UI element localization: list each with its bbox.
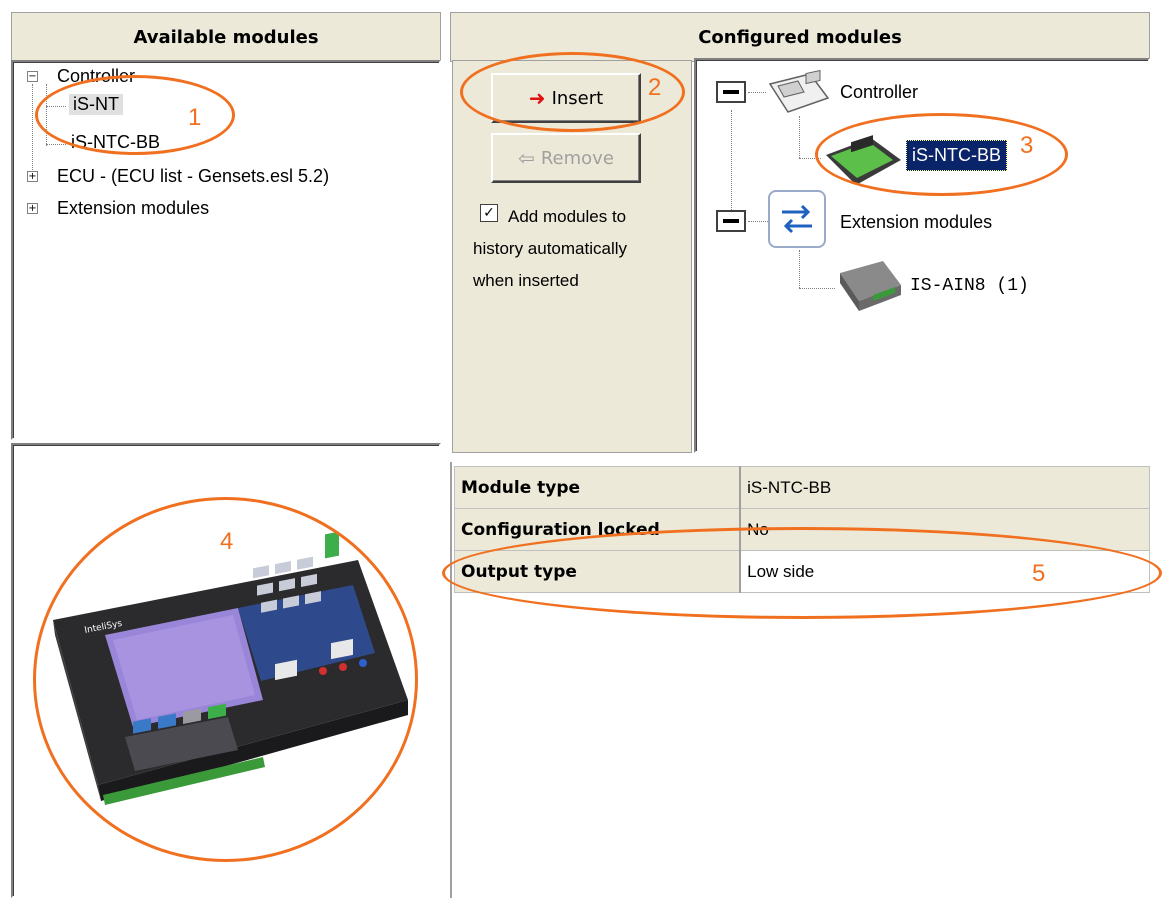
tree-connector	[799, 288, 835, 289]
expand-icon[interactable]: +	[27, 171, 38, 182]
configured-modules-title: Configured modules	[698, 26, 902, 48]
property-row[interactable]: Module type iS-NTC-BB	[454, 466, 1151, 509]
tree-connector	[46, 144, 66, 145]
tree-connector	[799, 116, 800, 158]
ain8-module-icon	[840, 261, 901, 311]
remove-button-label: Remove	[540, 147, 614, 169]
tree-node-extension-modules[interactable]: Extension modules	[57, 198, 209, 219]
tree-connector	[32, 84, 33, 170]
property-key: Module type	[454, 466, 742, 509]
callout-ellipse	[35, 75, 235, 155]
configured-node-controller[interactable]: Controller	[840, 82, 918, 103]
tree-connector	[748, 221, 768, 222]
controller-icon	[768, 70, 830, 113]
available-modules-title: Available modules	[133, 26, 319, 48]
available-modules-header: Available modules	[11, 12, 441, 62]
history-label-line3: when inserted	[473, 271, 579, 290]
history-checkbox-label: Add modules to history automatically whe…	[473, 201, 693, 297]
configured-node-extension-modules[interactable]: Extension modules	[840, 212, 992, 233]
tree-node-ecu[interactable]: ECU - (ECU list - Gensets.esl 5.2)	[57, 166, 329, 187]
extension-modules-icon	[768, 190, 826, 248]
arrow-left-icon: ⇦	[518, 146, 535, 170]
callout-number: 2	[648, 74, 662, 101]
callout-number: 4	[220, 528, 234, 555]
expand-icon[interactable]: +	[27, 203, 38, 214]
callout-ellipse	[442, 527, 1162, 619]
collapse-icon[interactable]: −	[27, 71, 38, 82]
configured-node-is-ain8[interactable]: IS-AIN8 (1)	[910, 276, 1029, 296]
collapse-icon[interactable]	[716, 81, 746, 103]
callout-number: 5	[1032, 560, 1046, 587]
remove-button[interactable]: ⇦ Remove	[491, 133, 641, 183]
property-value[interactable]: iS-NTC-BB	[739, 466, 1151, 509]
history-label-line1: Add modules to	[508, 207, 627, 226]
history-label-line2: history automatically	[473, 239, 628, 258]
tree-connector	[748, 92, 766, 93]
callout-number: 3	[1020, 132, 1034, 159]
tree-connector	[799, 250, 800, 288]
callout-number: 1	[188, 104, 202, 131]
collapse-icon[interactable]	[716, 210, 746, 232]
